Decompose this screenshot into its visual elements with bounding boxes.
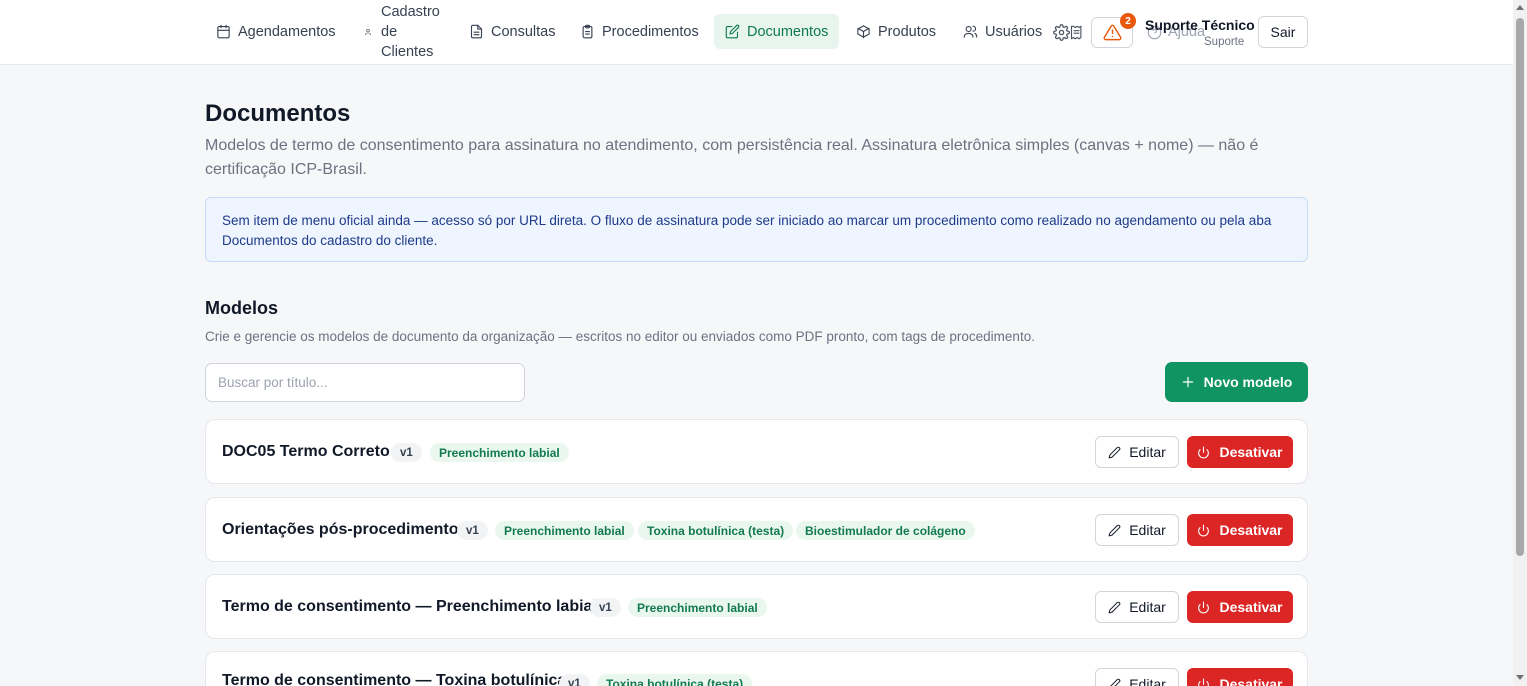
- pencil-icon: [1109, 678, 1121, 686]
- plus-icon: [1182, 376, 1193, 388]
- deactivate-label: Desativar: [1219, 444, 1283, 460]
- models-section-title: Modelos: [205, 298, 279, 318]
- scroll-up-icon[interactable]: [1516, 5, 1524, 10]
- version-badge: v1: [457, 521, 488, 540]
- file-text-icon: [470, 24, 483, 39]
- box-icon: [857, 25, 870, 39]
- edit-button[interactable]: Editar: [1095, 514, 1179, 546]
- nav-item-label: Usuários: [985, 23, 1043, 40]
- edit-button[interactable]: Editar: [1095, 591, 1179, 623]
- user-name: Suporte Técnico: [1145, 17, 1255, 33]
- nav-item-label: Produtos: [878, 23, 937, 40]
- models-section-description: Crie e gerencie os modelos de documento …: [205, 329, 1035, 344]
- pencil-icon: [1108, 524, 1121, 536]
- nav-item-label: Agendamentos: [238, 23, 336, 40]
- nav-item-label: Procedimentos: [602, 23, 699, 40]
- new-model-button[interactable]: Novo modelo: [1165, 362, 1308, 402]
- search-input[interactable]: [205, 363, 525, 402]
- nav-item-procedimentos[interactable]: Procedimentos: [574, 14, 705, 49]
- version-badge: v1: [590, 598, 621, 617]
- scroll-thumb[interactable]: [1516, 18, 1524, 556]
- info-notice: Sem item de menu oficial ainda — acesso …: [205, 197, 1308, 262]
- logout-button[interactable]: Sair: [1258, 16, 1308, 48]
- receipt-icon: [1070, 25, 1082, 40]
- deactivate-button[interactable]: Desativar: [1187, 591, 1293, 623]
- procedure-tag: Preenchimento labial: [495, 521, 634, 540]
- nav-item-label: Documentos: [747, 23, 829, 40]
- nav-item-label: Cadastro de Clientes: [381, 4, 440, 60]
- deactivate-label: Desativar: [1219, 522, 1283, 538]
- model-card: Termo de consentimento — Preenchimento l…: [205, 574, 1308, 639]
- power-icon: [1198, 524, 1210, 536]
- model-card: Termo de consentimento — Toxina botulíni…: [205, 651, 1308, 686]
- alerts-count-badge: 2: [1120, 13, 1136, 29]
- model-card: DOC05 Termo Correto v1 Preenchimento lab…: [205, 419, 1308, 484]
- settings-button[interactable]: [1053, 24, 1070, 41]
- user-role: Suporte: [1204, 36, 1245, 48]
- new-model-label: Novo modelo: [1203, 374, 1293, 390]
- warning-icon: [1103, 24, 1121, 41]
- reports-button[interactable]: [1069, 25, 1084, 40]
- model-title: Termo de consentimento — Preenchimento l…: [222, 598, 597, 615]
- nav-item-cadastro-clientes[interactable]: Cadastro de Clientes: [358, 4, 447, 60]
- nav-item-consultas[interactable]: Consultas: [463, 14, 561, 49]
- procedure-tag: Toxina botulínica (testa): [597, 674, 753, 686]
- scroll-down-icon[interactable]: [1516, 675, 1524, 680]
- edit-label: Editar: [1129, 522, 1166, 538]
- model-card: Orientações pós-procedimento v1 Preenchi…: [205, 497, 1308, 562]
- deactivate-button[interactable]: Desativar: [1187, 514, 1293, 546]
- edit-button[interactable]: Editar: [1095, 436, 1179, 468]
- deactivate-label: Desativar: [1219, 599, 1283, 615]
- model-title: Orientações pós-procedimento: [222, 521, 459, 538]
- page-scrollbar[interactable]: [1513, 0, 1527, 686]
- model-title: DOC05 Termo Correto: [222, 443, 390, 460]
- user-icon: [365, 29, 371, 36]
- nav-item-agendamentos[interactable]: Agendamentos: [210, 14, 342, 49]
- calendar-icon: [217, 24, 230, 39]
- version-badge: v1: [391, 443, 422, 462]
- nav-item-documentos[interactable]: Documentos: [714, 14, 840, 49]
- clipboard-icon: [582, 24, 593, 39]
- power-icon: [1198, 446, 1210, 458]
- model-title: Termo de consentimento — Toxina botulíni…: [222, 672, 567, 686]
- power-icon: [1198, 601, 1210, 613]
- procedure-tag: Preenchimento labial: [628, 598, 767, 617]
- edit-label: Editar: [1129, 676, 1166, 686]
- gear-icon: [1053, 24, 1070, 41]
- deactivate-button[interactable]: Desativar: [1187, 668, 1293, 686]
- procedure-tag: Bioestimulador de colágeno: [796, 521, 975, 540]
- procedure-tag: Toxina botulínica (testa): [638, 521, 794, 540]
- nav-item-label: Consultas: [491, 23, 556, 40]
- users-icon: [963, 25, 978, 38]
- power-icon: [1198, 678, 1210, 686]
- edit-document-icon: [725, 24, 740, 39]
- page-description: Modelos de termo de consentimento para a…: [205, 137, 1259, 178]
- pencil-icon: [1108, 446, 1121, 458]
- nav-item-usuarios[interactable]: Usuários: [957, 14, 1048, 49]
- version-badge: v1: [559, 674, 590, 686]
- page-title: Documentos: [205, 100, 351, 127]
- nav-item-produtos[interactable]: Produtos: [850, 14, 942, 49]
- edit-label: Editar: [1129, 444, 1166, 460]
- top-navigation: Agendamentos Cadastro de Clientes Consul…: [0, 0, 1513, 65]
- edit-label: Editar: [1129, 599, 1166, 615]
- pencil-icon: [1108, 601, 1121, 613]
- edit-button[interactable]: Editar: [1095, 668, 1179, 686]
- deactivate-button[interactable]: Desativar: [1187, 436, 1293, 468]
- procedure-tag: Preenchimento labial: [430, 443, 569, 462]
- deactivate-label: Desativar: [1219, 676, 1283, 686]
